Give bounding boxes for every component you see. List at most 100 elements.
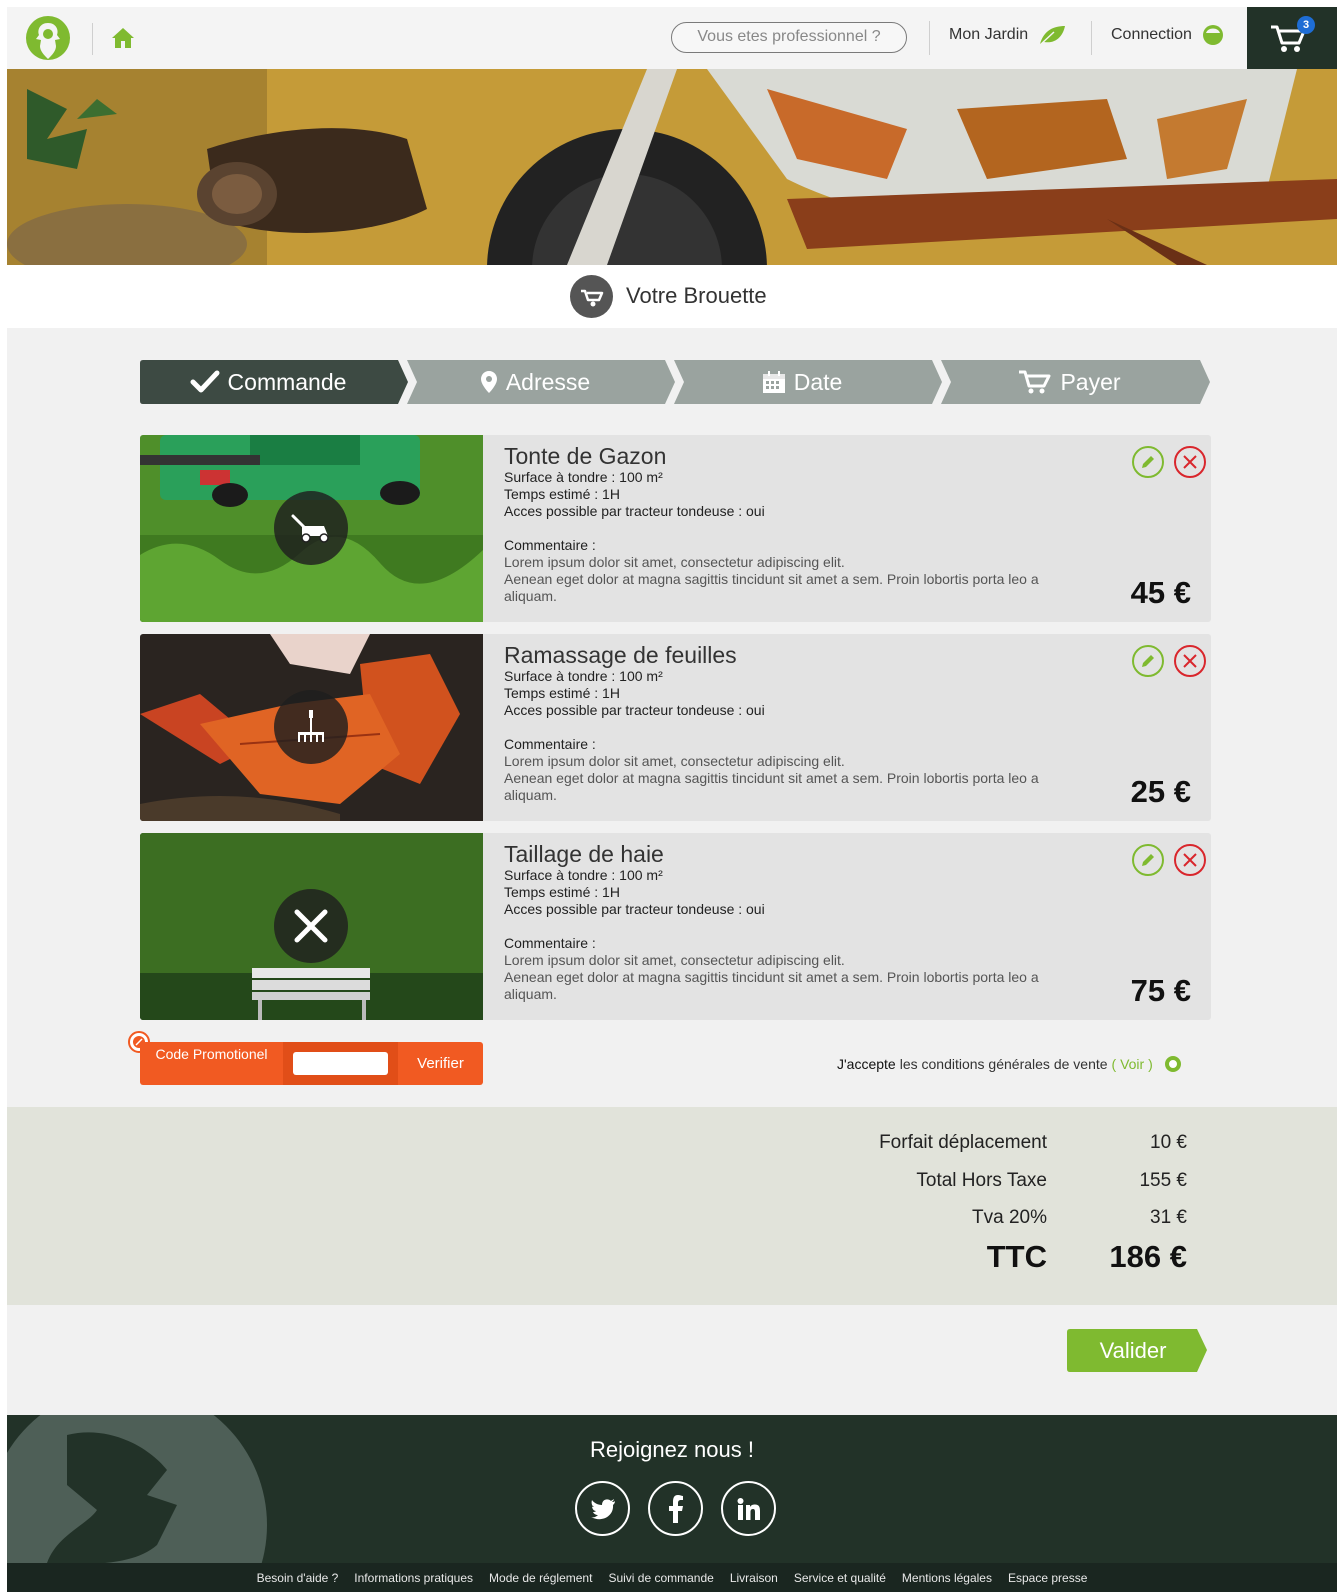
footer: Rejoignez nous ! xyxy=(7,1415,1337,1563)
subtotal-ht-value: 155 € xyxy=(1139,1170,1187,1191)
item-details: Tonte de Gazon Surface à tondre : 100 m²… xyxy=(504,443,1084,605)
footer-link-help[interactable]: Besoin d'aide ? xyxy=(257,1571,339,1585)
step-payer[interactable]: Payer xyxy=(941,360,1210,404)
footer-link-delivery[interactable]: Livraison xyxy=(730,1571,778,1585)
item-comment: Lorem ipsum dolor sit amet, consectetur … xyxy=(504,554,845,570)
terms-acceptance: J'accepte les conditions générales de ve… xyxy=(837,1056,1181,1072)
item-surface: Surface à tondre : 100 m² xyxy=(504,668,663,684)
item-name: Tonte de Gazon xyxy=(504,443,667,469)
twitter-icon[interactable] xyxy=(575,1481,630,1536)
terms-radio[interactable] xyxy=(1164,1056,1181,1072)
lawnmower-icon xyxy=(274,491,348,565)
item-access: Acces possible par tracteur tondeuse : o… xyxy=(504,503,765,519)
delete-icon[interactable] xyxy=(1173,445,1207,479)
service-photo xyxy=(140,435,483,622)
cart-icon xyxy=(1019,370,1051,394)
item-surface: Surface à tondre : 100 m² xyxy=(504,469,663,485)
item-name: Ramassage de feuilles xyxy=(504,642,737,668)
edit-icon[interactable] xyxy=(1131,445,1165,479)
facebook-icon[interactable] xyxy=(648,1481,703,1536)
order-item: Ramassage de feuilles Surface à tondre :… xyxy=(140,634,1211,821)
edit-icon[interactable] xyxy=(1131,843,1165,877)
connection-label: Connection xyxy=(1111,26,1192,43)
item-duration: Temps estimé : 1H xyxy=(504,884,620,900)
my-garden-label: Mon Jardin xyxy=(949,26,1029,43)
travel-fee-label: Forfait déplacement xyxy=(879,1132,1047,1153)
item-price: 45 € xyxy=(1130,575,1191,610)
verify-button[interactable]: Verifier xyxy=(398,1042,483,1085)
promo-code-label: Code Promotionel xyxy=(155,1046,268,1062)
item-details: Taillage de haie Surface à tondre : 100 … xyxy=(504,841,1084,1003)
promo-input-wrap xyxy=(283,1042,398,1085)
step-label: Adresse xyxy=(505,368,591,395)
logo-icon[interactable] xyxy=(25,15,71,61)
page-title-bar: Votre Brouette xyxy=(7,265,1337,328)
promo-code-box: Code Promotionel Verifier xyxy=(140,1042,483,1085)
calendar-icon xyxy=(762,371,785,393)
step-commande[interactable]: Commande xyxy=(140,360,408,404)
page-title: Votre Brouette xyxy=(626,283,767,308)
footer-link-legal[interactable]: Mentions légales xyxy=(902,1571,992,1585)
footer-links: Besoin d'aide ? Informations pratiques M… xyxy=(7,1563,1337,1592)
join-us-title: Rejoignez nous ! xyxy=(590,1437,754,1462)
footer-link-payment[interactable]: Mode de réglement xyxy=(489,1571,592,1585)
subtotal-ht-label: Total Hors Taxe xyxy=(916,1170,1047,1191)
footer-link-press[interactable]: Espace presse xyxy=(1008,1571,1087,1585)
footer-link-quality[interactable]: Service et qualité xyxy=(794,1571,886,1585)
item-comment: Aenean eget dolor at magna sagittis tinc… xyxy=(504,969,1039,1002)
order-item: Taillage de haie Surface à tondre : 100 … xyxy=(140,833,1211,1020)
footer-link-info[interactable]: Informations pratiques xyxy=(354,1571,473,1585)
rake-icon xyxy=(274,690,348,764)
delete-icon[interactable] xyxy=(1173,644,1207,678)
step-label: Commande xyxy=(227,368,347,395)
item-details: Ramassage de feuilles Surface à tondre :… xyxy=(504,642,1084,804)
step-label: Payer xyxy=(1060,368,1121,395)
step-date[interactable]: Date xyxy=(674,360,942,404)
item-comment: Lorem ipsum dolor sit amet, consectetur … xyxy=(504,753,845,769)
wheelbarrow-photo xyxy=(7,69,1337,265)
step-label: Date xyxy=(793,368,843,395)
wheelbarrow-icon xyxy=(570,275,613,318)
item-comment: Aenean eget dolor at magna sagittis tinc… xyxy=(504,571,1039,604)
travel-fee-value: 10 € xyxy=(1150,1132,1187,1153)
checkout-steps: Commande Adresse Date Payer xyxy=(140,360,1210,404)
item-comment: Lorem ipsum dolor sit amet, consectetur … xyxy=(504,952,845,968)
item-comment: Aenean eget dolor at magna sagittis tinc… xyxy=(504,770,1039,803)
item-comment-label: Commentaire : xyxy=(504,736,596,752)
item-comment-label: Commentaire : xyxy=(504,935,596,951)
home-icon[interactable] xyxy=(110,25,136,51)
terms-accept-label: J'accepte xyxy=(837,1056,896,1072)
item-access: Acces possible par tracteur tondeuse : o… xyxy=(504,702,765,718)
header-divider xyxy=(1091,21,1092,55)
header-divider xyxy=(92,23,93,55)
item-duration: Temps estimé : 1H xyxy=(504,685,620,701)
item-access: Acces possible par tracteur tondeuse : o… xyxy=(504,901,765,917)
tax-label: Tva 20% xyxy=(972,1207,1047,1228)
header-divider xyxy=(929,21,930,55)
terms-view-link[interactable]: ( Voir ) xyxy=(1112,1056,1153,1072)
professional-button[interactable]: Vous etes professionnel ? xyxy=(671,22,907,53)
my-garden-link[interactable]: Mon Jardin xyxy=(949,24,1066,46)
item-price: 25 € xyxy=(1130,774,1191,809)
item-name: Taillage de haie xyxy=(504,841,664,867)
validate-button[interactable]: Valider xyxy=(1067,1329,1207,1372)
connection-link[interactable]: Connection xyxy=(1111,24,1224,46)
promo-code-input[interactable] xyxy=(293,1052,388,1075)
ttc-value: 186 € xyxy=(1109,1239,1187,1274)
order-item: Tonte de Gazon Surface à tondre : 100 m²… xyxy=(140,435,1211,622)
footer-link-tracking[interactable]: Suivi de commande xyxy=(608,1571,713,1585)
cart-button[interactable]: 3 xyxy=(1247,7,1337,69)
delete-icon[interactable] xyxy=(1173,843,1207,877)
step-adresse[interactable]: Adresse xyxy=(407,360,675,404)
item-duration: Temps estimé : 1H xyxy=(504,486,620,502)
service-photo xyxy=(140,634,483,821)
top-header: Vous etes professionnel ? Mon Jardin Con… xyxy=(7,7,1337,69)
map-pin-icon xyxy=(480,371,497,393)
linkedin-icon[interactable] xyxy=(721,1481,776,1536)
edit-icon[interactable] xyxy=(1131,644,1165,678)
terms-label: les conditions générales de vente xyxy=(899,1056,1108,1072)
totals-panel: Forfait déplacement 10 € Total Hors Taxe… xyxy=(7,1107,1337,1305)
cart-count-badge: 3 xyxy=(1297,16,1315,34)
item-price: 75 € xyxy=(1130,973,1191,1008)
hedge-shears-icon xyxy=(274,889,348,963)
